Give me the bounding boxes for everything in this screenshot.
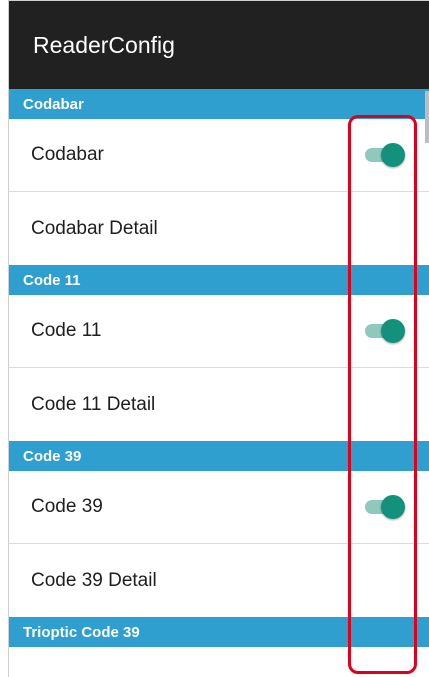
app-bar: ReaderConfig (9, 1, 429, 89)
switch-thumb (381, 143, 405, 167)
section-header-trioptic-code-39: Trioptic Code 39 (9, 617, 429, 647)
setting-row-code-11-detail[interactable]: Code 11 Detail (9, 368, 429, 441)
setting-row-code-11[interactable]: Code 11 (9, 295, 429, 368)
section-header-code-11: Code 11 (9, 265, 429, 295)
scrollbar[interactable] (425, 91, 429, 143)
setting-label: Codabar Detail (31, 217, 158, 239)
settings-list: Codabar Codabar Codabar Detail Code 11 C… (9, 89, 429, 647)
code-39-switch[interactable] (363, 494, 405, 520)
setting-row-codabar-detail[interactable]: Codabar Detail (9, 192, 429, 265)
section-header-codabar: Codabar (9, 89, 429, 119)
setting-label: Code 11 Detail (31, 393, 156, 415)
code-11-switch[interactable] (363, 318, 405, 344)
setting-row-code-39-detail[interactable]: Code 39 Detail (9, 544, 429, 617)
switch-thumb (381, 495, 405, 519)
app-window: ReaderConfig Codabar Codabar Codabar Det… (8, 0, 429, 677)
section-header-code-39: Code 39 (9, 441, 429, 471)
setting-row-code-39[interactable]: Code 39 (9, 471, 429, 544)
app-title: ReaderConfig (33, 31, 175, 58)
setting-row-codabar[interactable]: Codabar (9, 119, 429, 192)
switch-thumb (381, 319, 405, 343)
codabar-switch[interactable] (363, 142, 405, 168)
setting-label: Code 39 Detail (31, 569, 157, 591)
